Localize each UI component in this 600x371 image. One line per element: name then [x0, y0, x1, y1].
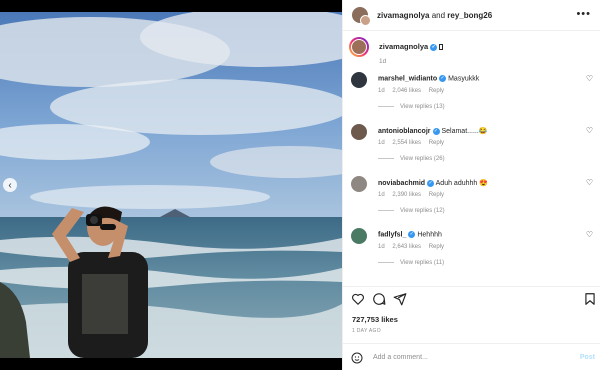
view-replies-label[interactable]: View replies (26) — [400, 156, 445, 162]
comment-time: 1d — [378, 140, 385, 146]
and-text: and — [431, 10, 446, 20]
comment-time: 1d — [378, 192, 385, 198]
comment-text: Hehhhh — [417, 231, 442, 239]
view-replies-button[interactable]: View replies (11) — [378, 260, 444, 266]
beach-photo — [0, 12, 342, 358]
commenter-avatar[interactable] — [351, 176, 367, 192]
action-bar — [343, 286, 600, 311]
view-replies-button[interactable]: View replies (12) — [378, 208, 445, 214]
more-options-icon[interactable]: ••• — [576, 8, 591, 20]
comment-meta: 1d 2,390 likes Reply — [378, 192, 450, 198]
comment-likes[interactable]: 2,643 likes — [392, 244, 421, 250]
story-ring-avatar[interactable] — [349, 37, 369, 57]
author-username[interactable]: zivamagnolya — [377, 11, 429, 20]
comment-item: noviabachmid ✓ Aduh aduhhh 😍 1d 2,390 lik… — [351, 176, 599, 226]
view-replies-label[interactable]: View replies (13) — [400, 104, 445, 110]
commenter-avatar[interactable] — [351, 228, 367, 244]
coauthor-avatar — [360, 15, 371, 26]
view-replies-button[interactable]: View replies (26) — [378, 156, 445, 162]
comment-text: Selamat......😂 — [441, 128, 488, 135]
comment-likes[interactable]: 2,390 likes — [392, 192, 421, 198]
comment-text: Masyukkk — [448, 75, 480, 83]
reply-button[interactable]: Reply — [429, 192, 444, 198]
caption-username-text[interactable]: zivamagnolya — [379, 42, 428, 51]
author-names: zivamagnolya and rey_bong26 — [377, 11, 492, 20]
caption-username[interactable]: zivamagnolya ✓ — [379, 42, 444, 51]
coauthor-username[interactable]: rey_bong26 — [447, 11, 492, 20]
post-media: ‹ — [0, 0, 342, 370]
reply-button[interactable]: Reply — [429, 88, 444, 94]
comment-likes[interactable]: 2,046 likes — [392, 88, 421, 94]
add-comment-bar: Add a comment... Post — [343, 343, 600, 371]
heart-icon[interactable]: ♡ — [586, 230, 593, 239]
comment-item: marshel_widianto ✓ Masyukkk 1d 2,046 like… — [351, 72, 599, 122]
comment-username[interactable]: fadlyfsl_ — [378, 231, 406, 238]
commenter-avatar[interactable] — [351, 124, 367, 140]
post-comment-button[interactable]: Post — [580, 354, 595, 361]
comment-input[interactable]: Add a comment... — [373, 354, 428, 361]
view-replies-button[interactable]: View replies (13) — [378, 104, 445, 110]
comment-time: 1d — [378, 88, 385, 94]
comment-meta: 1d 2,046 likes Reply — [378, 88, 450, 94]
comment-text-line: marshel_widianto ✓ Masyukkk — [378, 75, 479, 82]
comment-meta: 1d 2,554 likes Reply — [378, 140, 450, 146]
comment-username[interactable]: antonioblancojr — [378, 128, 431, 135]
share-icon[interactable] — [393, 292, 407, 306]
reply-button[interactable]: Reply — [429, 140, 444, 146]
comment-item: antonioblancojr ✓ Selamat......😂 1d 2,554… — [351, 124, 599, 174]
heart-icon[interactable] — [351, 292, 365, 306]
post-photo — [0, 12, 342, 358]
comment-item: fadlyfsl_ ✓ Hehhhh 1d 2,643 likes Reply ♡… — [351, 228, 599, 278]
heart-icon[interactable]: ♡ — [586, 178, 593, 187]
caption-time: 1d — [379, 58, 387, 65]
likes-count[interactable]: 727,753 likes — [352, 315, 398, 324]
verified-icon: ✓ — [432, 127, 440, 135]
heart-icon[interactable]: ♡ — [586, 126, 593, 135]
comment-icon[interactable] — [372, 292, 386, 306]
post-dialog: ‹ zivamagnolya and rey_bong26 ••• zivama… — [0, 0, 600, 370]
verified-icon: ✓ — [408, 231, 416, 238]
verified-icon: ✓ — [427, 179, 435, 187]
emoji-icon[interactable] — [351, 352, 363, 364]
verified-icon: ✓ — [430, 43, 438, 51]
post-sidebar: zivamagnolya and rey_bong26 ••• zivamagn… — [342, 0, 600, 370]
comments-list[interactable]: zivamagnolya ✓ 1d marshel_widianto ✓ Masyu… — [343, 31, 600, 285]
view-replies-label[interactable]: View replies (11) — [400, 260, 444, 266]
comment-username[interactable]: marshel_widianto — [378, 75, 437, 82]
view-replies-label[interactable]: View replies (12) — [400, 208, 445, 214]
reply-button[interactable]: Reply — [429, 244, 444, 250]
comment-meta: 1d 2,643 likes Reply — [378, 244, 450, 250]
comment-time: 1d — [378, 244, 385, 250]
author-avatar[interactable] — [352, 7, 371, 26]
post-header: zivamagnolya and rey_bong26 ••• — [343, 0, 600, 31]
comment-likes[interactable]: 2,554 likes — [392, 140, 421, 146]
bookmark-icon[interactable] — [583, 292, 597, 306]
previous-photo-button[interactable]: ‹ — [3, 178, 17, 192]
comment-text-line: fadlyfsl_ ✓ Hehhhh — [378, 231, 442, 238]
comment-text: Aduh aduhhh 😍 — [435, 180, 488, 187]
chevron-left-icon: ‹ — [8, 179, 12, 191]
caption-glyph — [439, 44, 444, 51]
commenter-avatar[interactable] — [351, 72, 367, 88]
post-time: 1 DAY AGO — [352, 328, 381, 334]
verified-icon: ✓ — [439, 75, 447, 82]
comment-text-line: noviabachmid ✓ Aduh aduhhh 😍 — [378, 179, 488, 187]
comment-username[interactable]: noviabachmid — [378, 180, 425, 187]
comment-text-line: antonioblancojr ✓ Selamat......😂 — [378, 127, 488, 135]
heart-icon[interactable]: ♡ — [586, 74, 593, 83]
